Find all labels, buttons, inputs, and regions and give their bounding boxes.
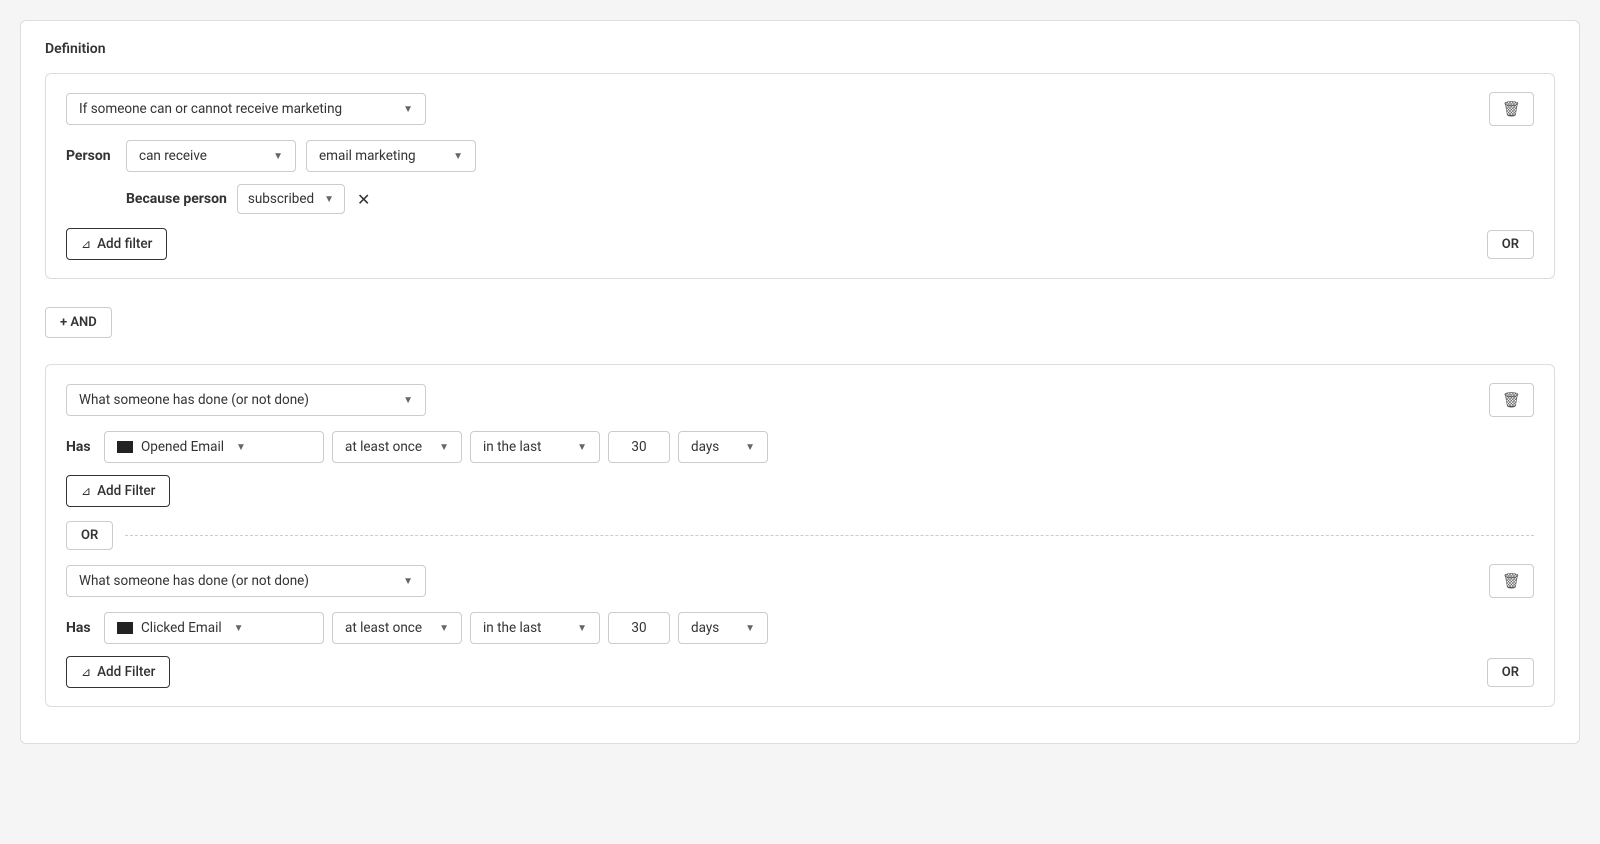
marketing-condition-dropdown[interactable]: If someone can or cannot receive marketi… [66,93,426,125]
remove-subscribed-button[interactable]: ✕ [357,190,370,209]
chevron-down-icon-12: ▼ [439,623,449,634]
unit-label-2: days [691,620,719,636]
and-button[interactable]: + AND [45,307,112,338]
time-qualifier-dropdown-2[interactable]: in the last ▼ [470,612,600,644]
frequency-dropdown-2[interactable]: at least once ▼ [332,612,462,644]
or-divider-1: OR [66,521,1534,550]
and-section: + AND [45,291,1555,354]
chevron-down-icon-5: ▼ [403,395,413,406]
clicked-email-row: Has Clicked Email ▼ at least once ▼ in t… [66,612,1534,644]
clicked-email-dropdown[interactable]: Clicked Email ▼ [104,612,324,644]
person-row: Person can receive ▼ email marketing ▼ [66,140,1534,172]
because-row: Because person subscribed ▼ ✕ [66,184,1534,214]
event-flag-icon-1 [117,441,133,453]
block2-filter-row: ⊿ Add Filter [66,475,1534,507]
has-label-2: Has [66,620,96,636]
unit-label-1: days [691,439,719,455]
time-qualifier-dropdown-1[interactable]: in the last ▼ [470,431,600,463]
chevron-down-icon-7: ▼ [439,442,449,453]
has-done-label-2: What someone has done (or not done) [79,573,309,589]
subscribed-label: subscribed [248,191,314,207]
clicked-email-label: Clicked Email [141,620,222,636]
add-filter-label-2: Add Filter [97,483,155,499]
block3-top-row: What someone has done (or not done) ▼ 🗑 [66,564,1534,598]
number-input-1[interactable] [608,431,670,463]
condition-block-1: If someone can or cannot receive marketi… [45,73,1555,279]
number-input-2[interactable] [608,612,670,644]
chevron-down-icon-4: ▼ [324,194,334,205]
person-label: Person [66,148,116,164]
chevron-down-icon-2: ▼ [273,151,283,162]
delete-block3-button[interactable]: 🗑 [1489,564,1534,598]
marketing-condition-label: If someone can or cannot receive marketi… [79,101,342,117]
block1-top-row: If someone can or cannot receive marketi… [66,92,1534,126]
delete-block2-button[interactable]: 🗑 [1489,383,1534,417]
block3-bottom-row: ⊿ Add Filter OR [66,656,1534,688]
add-filter-button-2[interactable]: ⊿ Add Filter [66,475,170,507]
chevron-down-icon-9: ▼ [745,442,755,453]
frequency-label-1: at least once [345,439,422,455]
chevron-down-icon: ▼ [403,104,413,115]
chevron-down-icon-13: ▼ [577,623,587,634]
condition-block-2: What someone has done (or not done) ▼ 🗑 … [45,364,1555,707]
chevron-down-icon-14: ▼ [745,623,755,634]
or-button-3[interactable]: OR [1487,658,1534,687]
frequency-label-2: at least once [345,620,422,636]
has-label-1: Has [66,439,96,455]
chevron-down-icon-6: ▼ [236,442,246,453]
filter-icon-3: ⊿ [81,665,91,679]
filter-icon-1: ⊿ [81,237,91,251]
time-qualifier-label-1: in the last [483,439,541,455]
frequency-dropdown-1[interactable]: at least once ▼ [332,431,462,463]
add-filter-button-3[interactable]: ⊿ Add Filter [66,656,170,688]
opened-email-row: Has Opened Email ▼ at least once ▼ in th… [66,431,1534,463]
opened-email-label: Opened Email [141,439,224,455]
delete-block1-button[interactable]: 🗑 [1489,92,1534,126]
or-button-1[interactable]: OR [1487,230,1534,259]
event-flag-icon-2 [117,622,133,634]
unit-dropdown-2[interactable]: days ▼ [678,612,768,644]
filter-icon-2: ⊿ [81,484,91,498]
add-filter-label-1: Add filter [97,236,152,252]
time-qualifier-label-2: in the last [483,620,541,636]
can-receive-dropdown[interactable]: can receive ▼ [126,140,296,172]
page-container: Definition If someone can or cannot rece… [20,20,1580,744]
add-filter-button-1[interactable]: ⊿ Add filter [66,228,167,260]
subscribed-dropdown[interactable]: subscribed ▼ [237,184,345,214]
definition-title: Definition [45,41,1555,57]
has-done-dropdown-1[interactable]: What someone has done (or not done) ▼ [66,384,426,416]
has-done-dropdown-2[interactable]: What someone has done (or not done) ▼ [66,565,426,597]
chevron-down-icon-10: ▼ [403,576,413,587]
add-filter-label-3: Add Filter [97,664,155,680]
email-marketing-label: email marketing [319,148,416,164]
or-button-2[interactable]: OR [66,521,113,550]
unit-dropdown-1[interactable]: days ▼ [678,431,768,463]
chevron-down-icon-11: ▼ [234,623,244,634]
can-receive-label: can receive [139,148,207,164]
opened-email-dropdown[interactable]: Opened Email ▼ [104,431,324,463]
because-label: Because person [126,191,227,207]
or-divider-line-1 [125,535,1534,536]
block2-top-row: What someone has done (or not done) ▼ 🗑 [66,383,1534,417]
block1-bottom-row: ⊿ Add filter OR [66,228,1534,260]
chevron-down-icon-8: ▼ [577,442,587,453]
has-done-label-1: What someone has done (or not done) [79,392,309,408]
chevron-down-icon-3: ▼ [453,151,463,162]
email-marketing-dropdown[interactable]: email marketing ▼ [306,140,476,172]
